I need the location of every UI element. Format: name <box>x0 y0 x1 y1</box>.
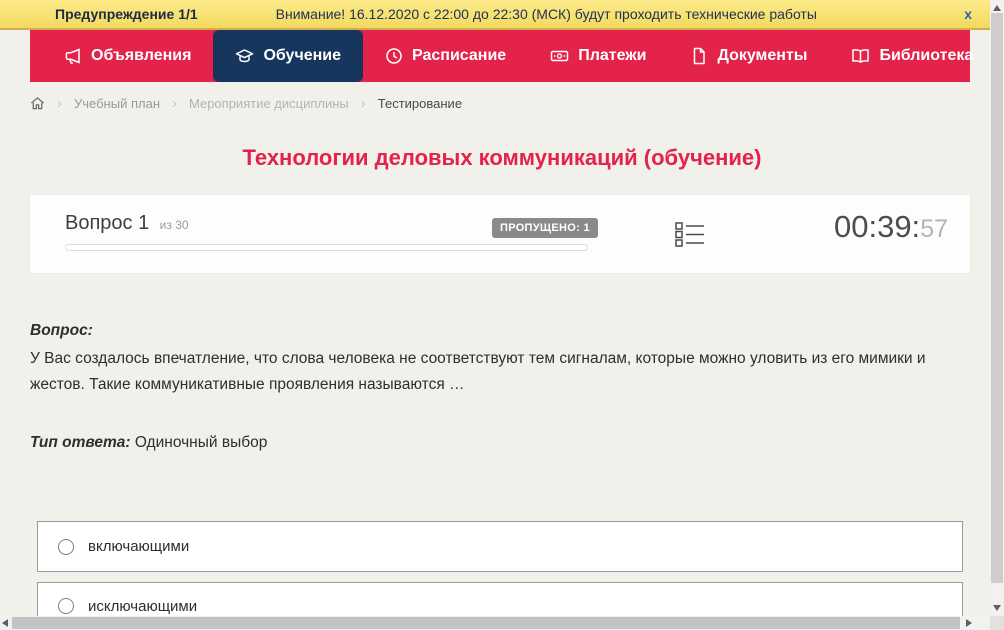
main-navbar: Объявления Обучение Расписание Платежи Д… <box>30 30 970 82</box>
nav-item-learning[interactable]: Обучение <box>213 30 363 82</box>
nav-item-label: Обучение <box>263 47 341 65</box>
open-book-icon <box>851 47 870 65</box>
document-icon <box>690 47 708 65</box>
page-title: Технологии деловых коммуникаций (обучени… <box>0 145 1004 171</box>
timer-hours-minutes: 00:39: <box>834 209 920 244</box>
radio-button-icon[interactable] <box>58 539 74 555</box>
skipped-badge: ПРОПУЩЕНО: 1 <box>492 218 598 238</box>
scrollbar-corner <box>990 616 1004 630</box>
nav-item-label: Документы <box>717 47 807 65</box>
quiz-header-panel: Вопрос 1 из 30 ПРОПУЩЕНО: 1 00:39:57 <box>30 195 970 273</box>
answer-option-label: исключающими <box>88 598 197 615</box>
scroll-right-arrow-icon[interactable] <box>966 619 972 627</box>
horizontal-scrollbar[interactable] <box>0 616 990 630</box>
horizontal-scrollbar-thumb[interactable] <box>12 617 960 629</box>
nav-item-label: Платежи <box>578 47 646 65</box>
answer-type-row: Тип ответа: Одиночный выбор <box>30 434 267 452</box>
warning-message: Внимание! 16.12.2020 с 22:00 до 22:30 (М… <box>276 6 817 22</box>
nav-item-label: Библиотека <box>879 47 973 65</box>
question-text: У Вас создалось впечатление, что слова ч… <box>30 346 952 398</box>
question-total: из 30 <box>160 218 189 232</box>
nav-item-documents[interactable]: Документы <box>668 30 829 82</box>
nav-item-label: Расписание <box>412 47 506 65</box>
question-heading: Вопрос: <box>30 322 93 340</box>
question-number: Вопрос 1 <box>65 212 149 234</box>
clock-icon <box>385 47 403 65</box>
scroll-up-arrow-icon[interactable] <box>993 5 1001 11</box>
nav-item-announcements[interactable]: Объявления <box>42 30 213 82</box>
breadcrumb-discipline-event[interactable]: Мероприятие дисциплины <box>189 96 349 111</box>
warning-close-button[interactable]: x <box>964 4 972 24</box>
scroll-down-arrow-icon[interactable] <box>993 605 1001 611</box>
nav-item-library[interactable]: Библиотека <box>829 30 1004 82</box>
breadcrumb: › Учебный план › Мероприятие дисциплины … <box>30 92 462 114</box>
answer-type-value: Одиночный выбор <box>135 434 268 451</box>
breadcrumb-separator: › <box>361 97 366 110</box>
countdown-timer: 00:39:57 <box>834 209 948 245</box>
megaphone-icon <box>64 47 82 65</box>
question-counter: Вопрос 1 из 30 <box>65 212 189 235</box>
timer-seconds: 57 <box>920 215 948 243</box>
breadcrumb-curriculum[interactable]: Учебный план <box>74 96 160 111</box>
answer-type-label: Тип ответа: <box>30 434 131 451</box>
warning-counter: Предупреждение 1/1 <box>55 6 198 22</box>
home-icon[interactable] <box>30 96 45 111</box>
nav-item-payments[interactable]: Платежи <box>528 30 668 82</box>
banknote-icon <box>550 47 569 65</box>
scroll-left-arrow-icon[interactable] <box>2 619 8 627</box>
question-list-button[interactable] <box>675 221 705 252</box>
breadcrumb-separator: › <box>172 97 177 110</box>
graduation-cap-icon <box>235 47 254 65</box>
progress-bar <box>65 244 588 251</box>
warning-bar: Предупреждение 1/1 Внимание! 16.12.2020 … <box>0 0 990 30</box>
nav-item-label: Объявления <box>91 47 191 65</box>
answer-option-label: включающими <box>88 538 189 555</box>
breadcrumb-testing: Тестирование <box>378 96 462 111</box>
breadcrumb-separator: › <box>57 97 62 110</box>
vertical-scrollbar-thumb[interactable] <box>991 13 1003 583</box>
radio-button-icon[interactable] <box>58 598 74 614</box>
question-list-icon <box>675 221 705 247</box>
answer-option-1[interactable]: включающими <box>37 521 963 572</box>
nav-item-schedule[interactable]: Расписание <box>363 30 528 82</box>
vertical-scrollbar[interactable] <box>990 0 1004 616</box>
